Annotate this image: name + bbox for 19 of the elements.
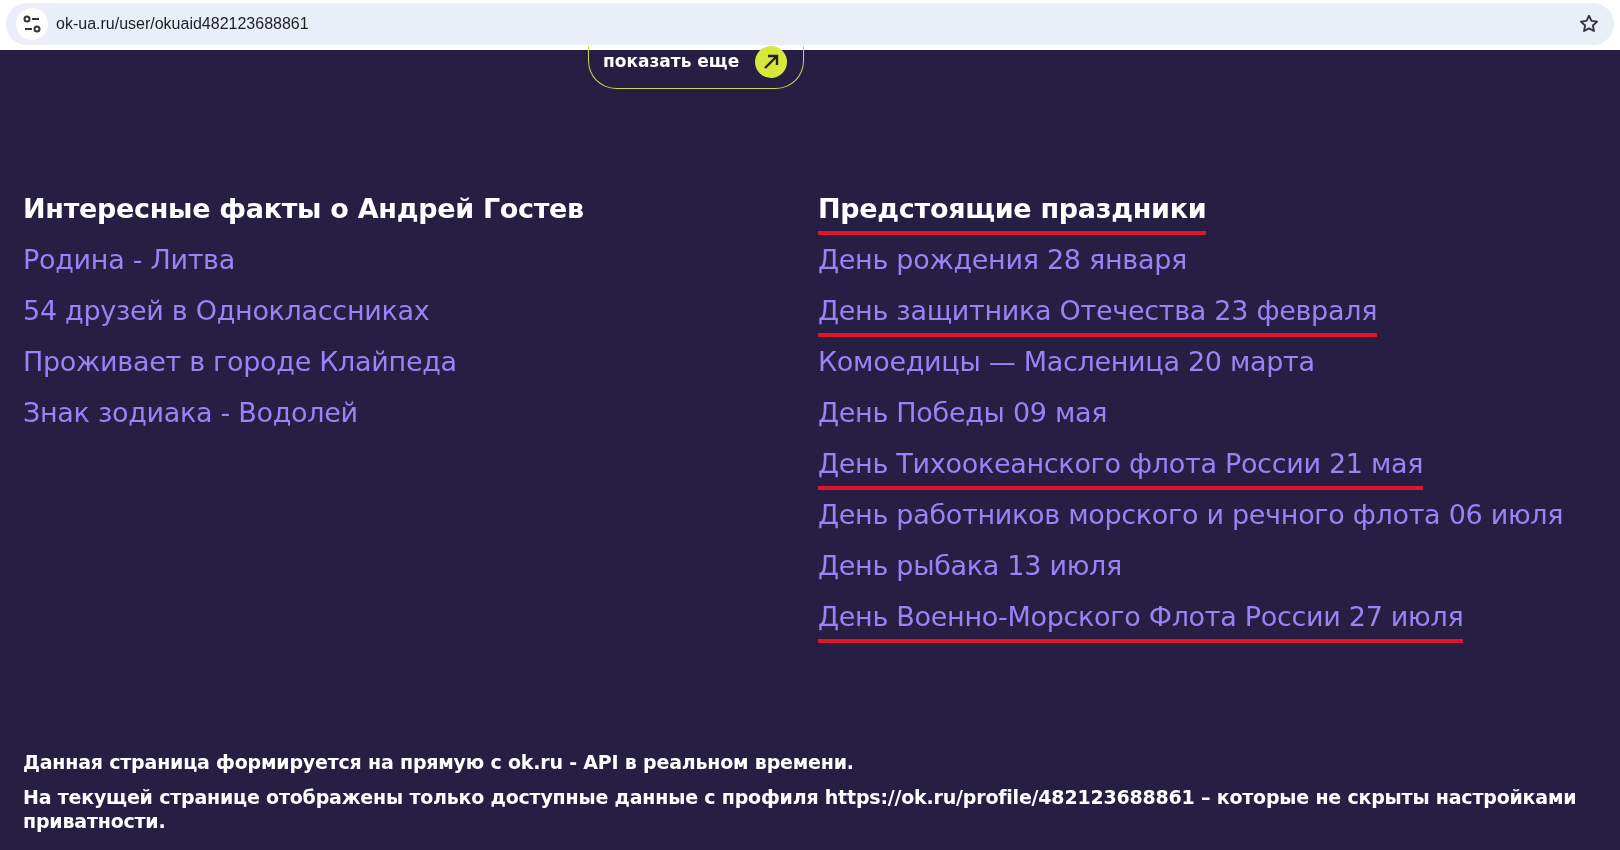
fact-link[interactable]: 54 друзей в Одноклассниках [23,291,430,332]
fact-link[interactable]: Проживает в городе Клайпеда [23,342,457,383]
holiday-link[interactable]: День рождения 28 января [818,240,1187,281]
site-settings-icon[interactable] [16,8,48,40]
show-more-button[interactable]: показать еще [588,46,805,89]
holiday-link[interactable]: День защитника Отечества 23 февраля [818,291,1378,337]
holiday-link[interactable]: День рыбака 13 июля [818,546,1122,587]
holidays-heading: Предстоящие праздники [818,189,1207,235]
fact-link[interactable]: Знак зодиака - Водолей [23,393,358,434]
bookmark-star-icon[interactable] [1578,13,1600,35]
disclaimer-text: На текущей странице отображены только доступные данные с профиля https://ok.ru/profile/482123688861 – которые не скрыты настройками приватности. [23,784,1578,834]
holiday-link[interactable]: День Военно-Морского Флота России 27 июля [818,597,1464,643]
holiday-link[interactable]: День работников морского и речного флота 06 июля [818,495,1564,536]
fact-link[interactable]: Родина - Литва [23,240,235,281]
disclaimer-text: Данная страница формируется на прямую с ok.ru - API в реальном времени. [23,749,855,775]
facts-heading: Интересные факты о Андрей Гостев [23,192,584,226]
holiday-link[interactable]: Комоедицы — Масленица 20 марта [818,342,1315,383]
holiday-link[interactable]: День Тихоокеанского флота России 21 мая [818,444,1424,490]
holiday-link[interactable]: День Победы 09 мая [818,393,1108,434]
